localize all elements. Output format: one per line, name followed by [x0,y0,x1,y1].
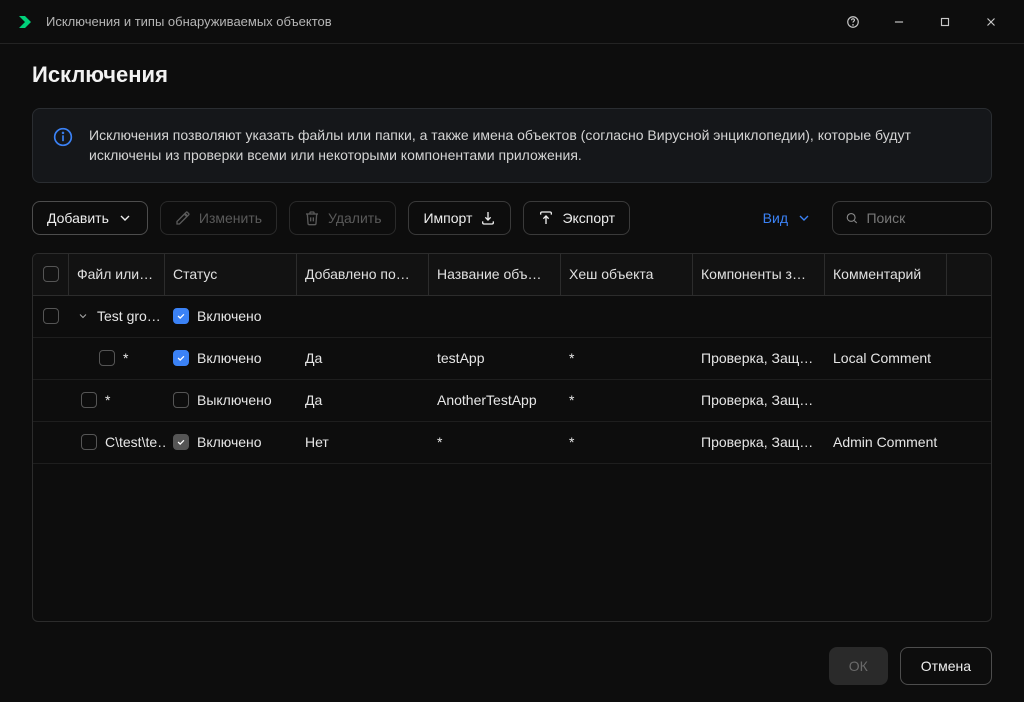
search-input-wrap[interactable] [832,201,992,235]
add-button[interactable]: Добавить [32,201,148,235]
table-row[interactable]: * Включено Да testApp * Проверка, Защи… … [33,338,991,380]
table-row[interactable]: C\test\te… Включено Нет * * Проверка, За… [33,422,991,464]
cell-file: Test gro… [97,308,161,324]
table-row[interactable]: * Выключено Да AnotherTestApp * Проверка… [33,380,991,422]
col-status[interactable]: Статус [165,254,297,295]
cell-components: Проверка, Защи… [693,350,825,366]
import-button[interactable]: Импорт [408,201,511,235]
cell-components: Проверка, Защи… [693,392,825,408]
view-dropdown[interactable]: Вид [755,201,820,235]
help-button[interactable] [830,7,876,37]
cell-status: Включено [197,308,262,324]
view-label: Вид [763,210,788,226]
export-button[interactable]: Экспорт [523,201,630,235]
window-title: Исключения и типы обнаруживаемых объекто… [46,14,818,29]
add-button-label: Добавить [47,210,109,226]
row-checkbox[interactable] [81,392,97,408]
import-button-label: Импорт [423,210,472,226]
cell-name: testApp [429,350,561,366]
status-toggle [173,434,189,450]
cell-file: C\test\te… [105,434,165,450]
cell-hash: * [561,434,693,450]
minimize-button[interactable] [876,7,922,37]
cell-name: * [429,434,561,450]
col-added[interactable]: Добавлено по… [297,254,429,295]
cell-hash: * [561,392,693,408]
cell-file: * [105,392,110,408]
maximize-button[interactable] [922,7,968,37]
delete-button-label: Удалить [328,210,381,226]
table-header: Файл или… Статус Добавлено по… Название … [33,254,991,296]
edit-button: Изменить [160,201,277,235]
edit-button-label: Изменить [199,210,262,226]
delete-button: Удалить [289,201,396,235]
page-title: Исключения [32,62,992,88]
info-icon [53,127,73,147]
cell-added: Нет [297,434,429,450]
status-toggle[interactable] [173,308,189,324]
export-button-label: Экспорт [562,210,615,226]
search-icon [845,210,858,226]
cell-status: Включено [197,350,262,366]
info-banner: Исключения позволяют указать файлы или п… [32,108,992,183]
cell-hash: * [561,350,693,366]
app-logo-icon [16,13,34,31]
cell-added: Да [297,350,429,366]
exclusions-table: Файл или… Статус Добавлено по… Название … [32,253,992,622]
row-checkbox[interactable] [99,350,115,366]
chevron-down-icon [77,310,89,322]
import-icon [480,210,496,226]
export-icon [538,210,554,226]
cell-comment: Local Comment [825,350,947,366]
col-name[interactable]: Название объ… [429,254,561,295]
ok-button: ОК [829,647,888,685]
group-toggle[interactable]: Test gro… [69,308,165,324]
cell-components: Проверка, Защи… [693,434,825,450]
col-comment[interactable]: Комментарий [825,254,947,295]
col-hash[interactable]: Хеш объекта [561,254,693,295]
table-row[interactable]: Test gro… Включено [33,296,991,338]
cell-name: AnotherTestApp [429,392,561,408]
col-file[interactable]: Файл или… [69,254,165,295]
titlebar: Исключения и типы обнаруживаемых объекто… [0,0,1024,44]
dialog-footer: ОК Отмена [0,630,1024,702]
col-components[interactable]: Компоненты з… [693,254,825,295]
row-checkbox[interactable] [43,308,59,324]
pencil-icon [175,210,191,226]
select-all-checkbox[interactable] [43,266,59,282]
status-toggle[interactable] [173,392,189,408]
search-input[interactable] [866,210,979,226]
trash-icon [304,210,320,226]
cell-status: Выключено [197,392,272,408]
cell-added: Да [297,392,429,408]
row-checkbox[interactable] [81,434,97,450]
cell-status: Включено [197,434,262,450]
cell-file: * [123,350,128,366]
table-empty-space [33,464,991,621]
toolbar: Добавить Изменить Удалить Импорт Экспорт [32,201,992,235]
status-toggle[interactable] [173,350,189,366]
close-button[interactable] [968,7,1014,37]
cell-comment: Admin Comment [825,434,947,450]
chevron-down-icon [796,210,812,226]
info-text: Исключения позволяют указать файлы или п… [89,125,971,166]
cancel-button[interactable]: Отмена [900,647,992,685]
chevron-down-icon [117,210,133,226]
